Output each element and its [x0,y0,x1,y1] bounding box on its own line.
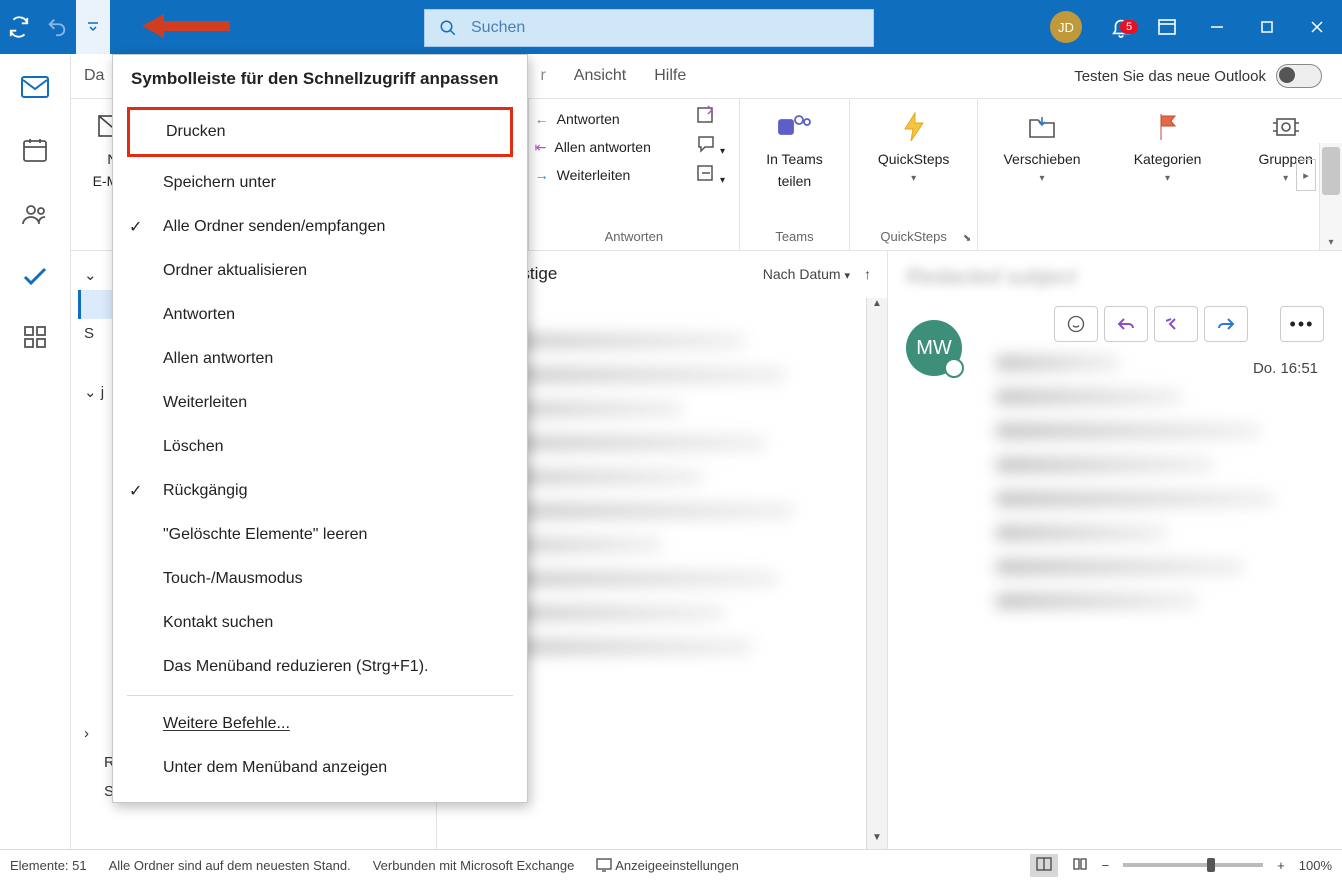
view-reading-icon[interactable] [1072,857,1088,874]
qat-item-touch-mode[interactable]: Touch-/Mausmodus [113,557,527,601]
teams-share-button[interactable]: T In Teams teilen [760,105,829,193]
lightning-icon [901,111,927,143]
svg-text:T: T [783,122,790,134]
message-list-scrollbar[interactable]: ▲▼ [866,298,887,850]
meeting-reply-icon[interactable] [696,105,725,128]
qat-item-send-receive[interactable]: ✓Alle Ordner senden/empfangen [113,205,527,249]
view-normal-icon[interactable] [1030,854,1058,877]
zoom-in-button[interactable]: + [1277,858,1285,873]
notifications-button[interactable]: 5 [1100,16,1142,38]
undo-icon[interactable] [38,0,76,54]
group-label-respond: Antworten [529,229,739,244]
try-new-outlook-label: Testen Sie das neue Outlook [1074,68,1266,85]
qat-customize-dropdown[interactable] [76,0,110,54]
reading-pane: Redacted subject ••• MW Do. 16:51 [888,250,1342,850]
sync-icon[interactable] [0,0,38,54]
notification-badge: 5 [1120,20,1138,34]
im-reply-icon[interactable]: ▾ [696,134,725,157]
search-icon [439,19,457,37]
tab-file[interactable]: Da [84,67,104,85]
status-display-settings[interactable]: Anzeigeeinstellungen [596,858,739,873]
check-icon: ✓ [129,217,142,237]
qat-item-update-folder[interactable]: Ordner aktualisieren [113,249,527,293]
status-connection: Verbunden mit Microsoft Exchange [373,858,575,873]
move-button[interactable]: Verschieben ▾ [997,105,1086,188]
more-respond-icon[interactable]: ▾ [696,163,725,186]
sort-direction-icon[interactable]: ↑ [864,266,871,282]
ribbon-mode-icon[interactable] [1142,0,1192,54]
reply-all-button[interactable]: ⇤Allen antworten [535,133,651,161]
sort-by-button[interactable]: Nach Datum ▾ [763,266,850,282]
qat-item-empty-deleted[interactable]: "Gelöschte Elemente" leeren [113,513,527,557]
qat-show-below-ribbon[interactable]: Unter dem Menüband anzeigen [113,746,527,790]
qat-item-forward[interactable]: Weiterleiten [113,381,527,425]
qat-customize-menu: Symbolleiste für den Schnellzugriff anpa… [112,54,528,803]
ribbon-overflow-button[interactable]: ▸ [1296,159,1316,191]
check-icon: ✓ [129,481,142,501]
qat-item-save-as[interactable]: Speichern unter [113,161,527,205]
zoom-slider[interactable] [1123,863,1263,867]
nav-tasks-icon[interactable] [21,265,49,290]
forward-button[interactable]: →Weiterleiten [535,161,631,189]
qat-item-reply-all[interactable]: Allen antworten [113,337,527,381]
search-input[interactable]: Suchen [424,9,874,47]
qat-item-undo[interactable]: ✓Rückgängig [113,469,527,513]
status-item-count: Elemente: 51 [10,858,87,873]
display-icon [596,858,612,872]
annotation-arrow [142,12,232,43]
nav-calendar-icon[interactable] [22,137,48,166]
nav-apps-icon[interactable] [24,326,46,351]
nav-mail-icon[interactable] [21,76,49,101]
teams-icon: T [777,112,811,142]
maximize-button[interactable] [1242,0,1292,54]
quicksteps-launcher-icon[interactable]: ⬊ [963,233,971,244]
ribbon-scrollbar[interactable]: ▾ [1319,143,1342,250]
zoom-level: 100% [1299,858,1332,873]
folder-move-icon [1027,113,1057,141]
sender-avatar[interactable]: MW [906,320,962,376]
minimize-button[interactable] [1192,0,1242,54]
qat-item-find-contact[interactable]: Kontakt suchen [113,601,527,645]
tab-view[interactable]: Ansicht [574,67,626,85]
qat-item-reply[interactable]: Antworten [113,293,527,337]
zoom-out-button[interactable]: − [1102,858,1110,873]
qat-more-commands[interactable]: Weitere Befehle... [113,702,527,746]
group-label-teams: Teams [740,229,849,244]
message-subject: Redacted subject [906,264,1324,290]
categories-button[interactable]: Kategorien ▾ [1128,105,1208,188]
qat-item-delete[interactable]: Löschen [113,425,527,469]
status-sync: Alle Ordner sind auf dem neuesten Stand. [109,858,351,873]
qat-item-print[interactable]: Drucken [127,107,513,157]
flag-icon [1155,112,1181,142]
group-label-quicksteps: QuickSteps [850,229,977,244]
user-avatar[interactable]: JD [1050,11,1082,43]
quicksteps-button[interactable]: QuickSteps ▾ [872,105,956,188]
nav-people-icon[interactable] [21,202,49,229]
search-placeholder: Suchen [471,19,525,37]
tab-help[interactable]: Hilfe [654,67,686,85]
reply-button[interactable]: ←Antworten [535,105,620,133]
tab-x[interactable]: r [540,67,545,85]
qat-item-collapse-ribbon[interactable]: Das Menüband reduzieren (Strg+F1). [113,645,527,689]
message-timestamp: Do. 16:51 [1253,360,1318,377]
close-button[interactable] [1292,0,1342,54]
qat-menu-title: Symbolleiste für den Schnellzugriff anpa… [113,55,527,103]
try-new-outlook-toggle[interactable] [1276,64,1322,88]
groups-icon [1271,113,1301,141]
